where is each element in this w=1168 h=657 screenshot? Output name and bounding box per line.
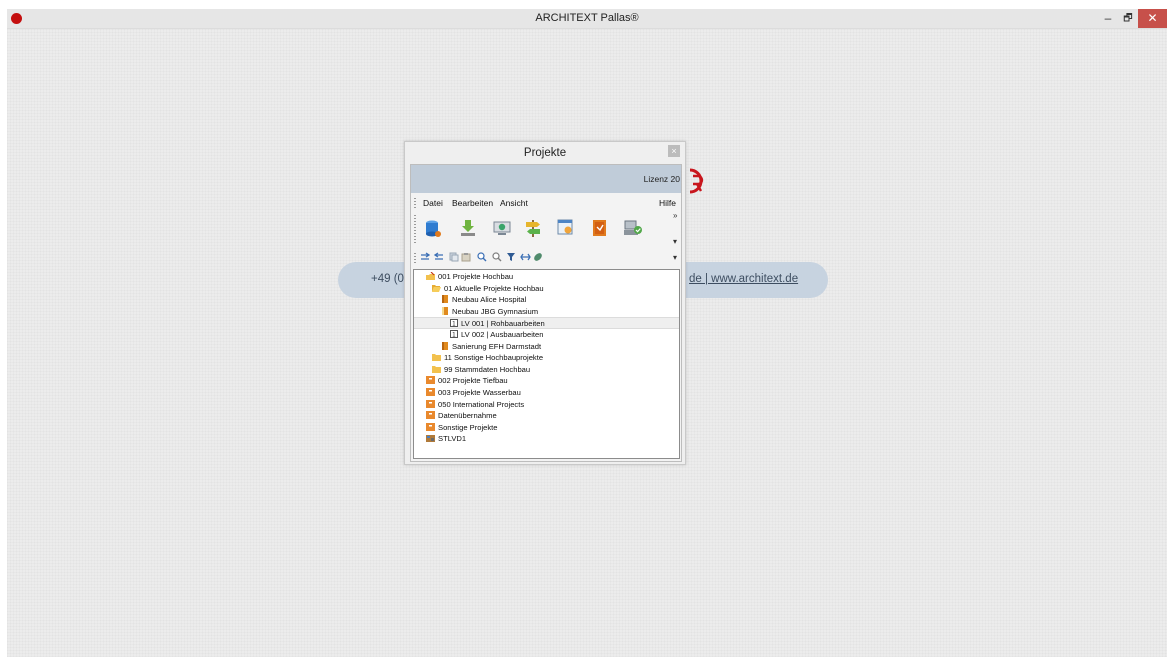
tree-item[interactable]: 11 Sonstige Hochbauprojekte <box>414 352 679 364</box>
stlb-icon <box>426 435 435 443</box>
folder-icon <box>432 365 441 373</box>
tree-item[interactable]: 99 Stammdaten Hochbau <box>414 364 679 376</box>
contact-website-link[interactable]: de | www.architext.de <box>689 273 798 285</box>
window-search-icon[interactable] <box>557 219 575 237</box>
drawer-icon <box>426 411 435 420</box>
tree-item[interactable]: Neubau JBG Gymnasium <box>414 306 679 318</box>
license-banner: Lizenz 20 <box>411 165 681 193</box>
folder-open-icon <box>432 284 441 292</box>
copy-icon[interactable] <box>449 252 459 262</box>
menu-bearbeiten[interactable]: Bearbeiten <box>452 198 493 208</box>
architext-logo-icon <box>689 168 704 194</box>
tree-item[interactable]: Datenübernahme <box>414 410 679 422</box>
book-open-icon <box>442 306 448 315</box>
dialog-close-button[interactable]: × <box>668 145 680 157</box>
book-icon <box>442 341 448 350</box>
monitor-globe-icon[interactable] <box>493 220 511 236</box>
book-icon <box>442 295 448 304</box>
folder-hand-icon <box>426 272 435 280</box>
tree-toolbar-dropdown-icon[interactable]: ▾ <box>673 253 677 262</box>
find-icon[interactable] <box>477 252 487 262</box>
title-bar: ARCHITEXT Pallas® – 🗗 ✕ <box>7 9 1167 29</box>
sync-icon[interactable] <box>520 252 531 262</box>
window-title: ARCHITEXT Pallas® <box>535 12 639 24</box>
drawer-icon <box>426 422 435 431</box>
expand-all-icon[interactable] <box>420 252 431 262</box>
tree-item[interactable]: 1 LV 002 | Ausbauarbeiten <box>414 329 679 341</box>
svg-text:1: 1 <box>452 321 456 328</box>
toolbar-overflow-chevron[interactable]: » <box>673 211 677 220</box>
folder-icon <box>432 354 441 362</box>
tree-item[interactable]: 001 Projekte Hochbau <box>414 271 679 283</box>
paste-icon[interactable] <box>461 252 471 262</box>
maximize-button[interactable]: 🗗 <box>1118 9 1138 28</box>
tree-toolbar-grip-icon[interactable] <box>414 251 416 263</box>
filter-icon[interactable] <box>506 252 516 262</box>
drawer-icon <box>426 388 435 396</box>
tree-item[interactable]: 002 Projekte Tiefbau <box>414 375 679 387</box>
import-icon[interactable] <box>460 219 476 237</box>
link-icon[interactable] <box>533 252 543 262</box>
database-icon[interactable] <box>425 220 441 238</box>
dialog-content: Lizenz 20 Datei Bearbeiten Ansicht Hilfe <box>410 164 682 462</box>
project-tree[interactable]: 001 Projekte Hochbau 01 Aktuelle Projekt… <box>413 269 680 459</box>
close-button[interactable]: ✕ <box>1138 9 1167 28</box>
menu-bar: Datei Bearbeiten Ansicht Hilfe <box>411 195 681 209</box>
dialog-title: Projekte <box>523 147 567 159</box>
menubar-grip-icon[interactable] <box>414 197 416 208</box>
tree-item-selected[interactable]: 1 LV 001 | Rohbauarbeiten <box>414 317 679 330</box>
collapse-all-icon[interactable] <box>433 252 444 262</box>
tree-item[interactable]: Sanierung EFH Darmstadt <box>414 341 679 353</box>
toolbar-dropdown-icon[interactable]: ▾ <box>673 237 677 246</box>
tree-item[interactable]: STLVD1 <box>414 433 679 445</box>
menu-hilfe[interactable]: Hilfe <box>659 198 676 208</box>
contact-phone: +49 (0 <box>371 273 404 285</box>
lv-doc-icon: 1 <box>450 330 458 339</box>
drawer-icon <box>426 376 435 385</box>
tree-item[interactable]: 003 Projekte Wasserbau <box>414 387 679 399</box>
projekte-dialog: Projekte × Lizenz 20 Datei Bearbeiten An… <box>404 141 686 465</box>
menu-ansicht[interactable]: Ansicht <box>500 198 528 208</box>
drawer-icon <box>426 399 435 408</box>
main-toolbar: » ▾ <box>411 211 681 248</box>
tree-toolbar: ▾ <box>411 249 681 265</box>
book-report-icon[interactable] <box>592 219 608 237</box>
tree-item[interactable]: Sonstige Projekte <box>414 422 679 434</box>
zoom-icon[interactable] <box>492 252 502 262</box>
svg-text:1: 1 <box>452 332 456 339</box>
lv-doc-icon: 1 <box>450 319 458 328</box>
tree-item[interactable]: Neubau Alice Hospital <box>414 294 679 306</box>
tree-item[interactable]: 01 Aktuelle Projekte Hochbau <box>414 283 679 295</box>
minimize-button[interactable]: – <box>1098 9 1118 28</box>
computer-check-icon[interactable] <box>623 219 643 237</box>
tree-item[interactable]: 050 International Projects <box>414 399 679 411</box>
menu-datei[interactable]: Datei <box>423 198 443 208</box>
license-label: Lizenz 20 <box>643 174 680 184</box>
signpost-icon[interactable] <box>525 218 541 238</box>
toolbar-grip-icon[interactable] <box>414 215 416 243</box>
